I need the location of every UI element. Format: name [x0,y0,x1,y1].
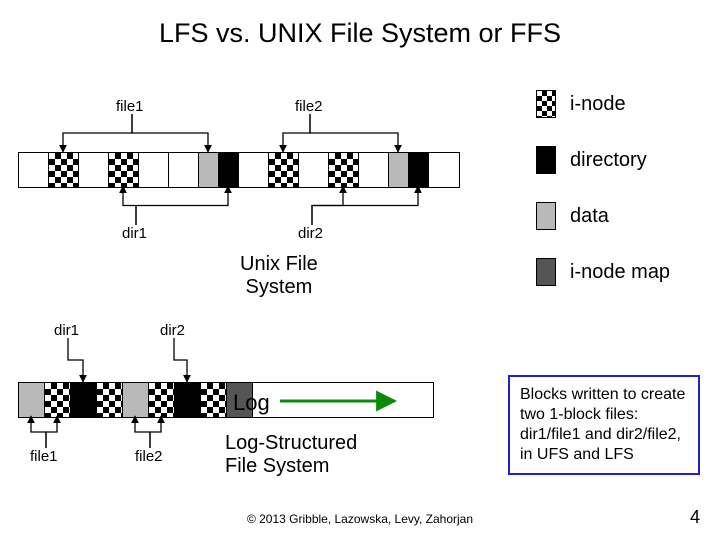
info-note: Blocks written to create two 1-block fil… [508,375,700,475]
ufs-block [299,153,329,187]
legend: i-node directory data i-node map [536,90,670,314]
ufs-block [199,153,219,187]
ufs-block [139,153,169,187]
lfs-block [97,383,123,417]
ufs-label-dir1: dir1 [122,225,147,242]
lfs-label-file1: file1 [30,448,58,465]
ufs-block [19,153,49,187]
legend-inodemap: i-node map [570,261,670,284]
log-label: Log [233,390,270,416]
lfs-block [45,383,71,417]
legend-directory: directory [570,149,647,172]
ufs-block [269,153,299,187]
ufs-block [389,153,409,187]
lfs-block [175,383,201,417]
ufs-label-file1: file1 [116,98,144,115]
ufs-block [429,153,459,187]
lfs-block [71,383,97,417]
slide-title: LFS vs. UNIX File System or FFS [0,0,720,49]
lfs-block [19,383,45,417]
swatch-data-icon [536,202,556,230]
copyright: © 2013 Gribble, Lazowska, Levy, Zahorjan [0,512,720,526]
lfs-block [123,383,149,417]
ufs-block [49,153,79,187]
lfs-block-row [18,382,434,418]
lfs-label-dir2: dir2 [160,322,185,339]
lfs-label-file2: file2 [135,448,163,465]
swatch-inodemap-icon [536,258,556,286]
ufs-block-row [18,152,460,188]
swatch-directory-icon [536,146,556,174]
ufs-block [109,153,139,187]
lfs-block [201,383,227,417]
ufs-block [169,153,199,187]
ufs-block [409,153,429,187]
ufs-block [359,153,389,187]
legend-inode: i-node [570,93,626,116]
ufs-block [79,153,109,187]
lfs-log-tail [253,383,433,417]
lfs-block [149,383,175,417]
lfs-label-dir1: dir1 [54,322,79,339]
legend-data: data [570,205,609,228]
page-number: 4 [690,507,700,528]
ufs-block [329,153,359,187]
caption-lfs: Log-Structured File System [225,432,357,478]
swatch-inode-icon [536,90,556,118]
caption-unix: Unix File System [240,253,318,299]
ufs-block [239,153,269,187]
ufs-label-dir2: dir2 [298,225,323,242]
ufs-block [219,153,239,187]
ufs-label-file2: file2 [295,98,323,115]
